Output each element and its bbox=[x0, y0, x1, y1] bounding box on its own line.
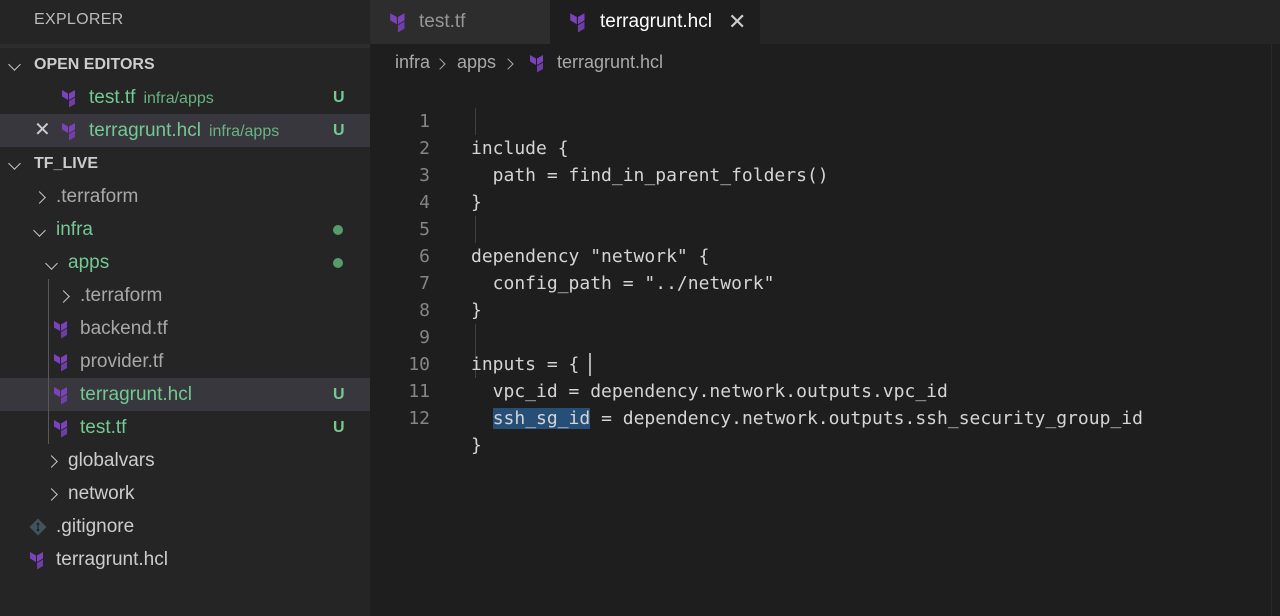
chevron-down-icon bbox=[8, 48, 21, 81]
explorer-title: EXPLORER bbox=[34, 11, 124, 28]
code-line: 1 include { bbox=[370, 81, 1280, 159]
tree-folder-globalvars[interactable]: globalvars bbox=[0, 444, 370, 477]
tree-folder-terraform[interactable]: .terraform bbox=[0, 180, 370, 213]
explorer-sidebar: EXPLORER OPEN EDITORS test.tf infra/apps … bbox=[0, 0, 370, 616]
breadcrumb-item[interactable]: apps bbox=[457, 44, 496, 81]
code-line: 10 vpc_id = dependency.network.outputs.v… bbox=[370, 324, 1280, 402]
terraform-icon bbox=[54, 354, 67, 372]
terraform-icon bbox=[54, 420, 67, 438]
tree-item-label: infra bbox=[56, 219, 93, 240]
tree-file-gitignore[interactable]: .gitignore bbox=[0, 510, 370, 543]
tree-item-label: backend.tf bbox=[80, 318, 168, 339]
terraform-icon bbox=[62, 123, 75, 141]
git-status-badge: U bbox=[333, 419, 345, 436]
tab-label: terragrunt.hcl bbox=[600, 11, 712, 32]
terraform-icon bbox=[54, 387, 67, 405]
line-text: = dependency.network.outputs.ssh_securit… bbox=[590, 408, 1143, 429]
tree-file-terragrunt-root[interactable]: terragrunt.hcl bbox=[0, 543, 370, 576]
terraform-icon bbox=[390, 13, 405, 33]
indent-guide bbox=[48, 411, 49, 444]
code-line: 3 } bbox=[370, 135, 1280, 213]
chevron-right-icon bbox=[54, 279, 72, 312]
tree-file-provider-tf[interactable]: provider.tf bbox=[0, 345, 370, 378]
chevron-right-icon bbox=[502, 44, 514, 81]
breadcrumb: infra apps terragrunt.hcl bbox=[370, 44, 1280, 81]
open-editors-header[interactable]: OPEN EDITORS bbox=[0, 44, 370, 81]
git-modified-dot bbox=[333, 258, 343, 268]
tree-item-label: .terraform bbox=[80, 285, 163, 306]
terraform-icon bbox=[30, 552, 43, 570]
code-line: 12 } bbox=[370, 378, 1280, 456]
open-editor-name: terragrunt.hcl bbox=[89, 120, 201, 141]
code-line: 11 ssh_sg_id = dependency.network.output… bbox=[370, 351, 1280, 429]
tree-item-label: network bbox=[68, 483, 135, 504]
git-status-badge: U bbox=[333, 89, 345, 106]
chevron-down-icon bbox=[8, 147, 21, 180]
open-editor-path: infra/apps bbox=[208, 123, 280, 140]
git-status-badge: U bbox=[333, 386, 345, 403]
indent-guide bbox=[48, 279, 49, 312]
breadcrumb-item[interactable]: terragrunt.hcl bbox=[557, 44, 663, 81]
tree-folder-apps[interactable]: apps bbox=[0, 246, 370, 279]
git-status-badge: U bbox=[333, 122, 345, 139]
chevron-down-icon bbox=[30, 213, 48, 246]
terraform-icon bbox=[530, 55, 543, 73]
terraform-icon bbox=[570, 13, 585, 33]
tree-item-label: .gitignore bbox=[56, 516, 135, 537]
chevron-down-icon bbox=[42, 246, 60, 279]
code-line: 6 config_path = "../network" bbox=[370, 216, 1280, 294]
chevron-right-icon bbox=[42, 477, 60, 510]
chevron-right-icon bbox=[434, 44, 446, 81]
line-text: } bbox=[471, 435, 482, 456]
indent-guide bbox=[48, 345, 49, 378]
tree-item-label: terragrunt.hcl bbox=[56, 549, 168, 570]
tree-folder-network[interactable]: network bbox=[0, 477, 370, 510]
tree-item-label: terragrunt.hcl bbox=[80, 384, 192, 405]
open-editor-test-tf[interactable]: test.tf infra/apps U bbox=[0, 81, 370, 114]
chevron-right-icon bbox=[30, 180, 48, 213]
tab-test-tf[interactable]: test.tf bbox=[370, 0, 550, 44]
tree-item-label: test.tf bbox=[80, 417, 127, 438]
open-editors-label: OPEN EDITORS bbox=[34, 56, 155, 73]
open-editor-name: test.tf bbox=[89, 87, 136, 108]
workspace-label: TF_LIVE bbox=[34, 155, 99, 172]
line-number: 12 bbox=[408, 408, 430, 429]
indent-guide bbox=[48, 378, 49, 411]
workspace-header[interactable]: TF_LIVE bbox=[0, 147, 370, 180]
tab-label: test.tf bbox=[419, 11, 466, 32]
tree-item-label: apps bbox=[68, 252, 110, 273]
tree-file-terragrunt-hcl[interactable]: terragrunt.hcl U bbox=[0, 378, 370, 411]
git-modified-dot bbox=[333, 225, 343, 235]
close-icon[interactable]: ✕ bbox=[34, 114, 51, 147]
tab-bar: test.tf terragrunt.hcl ✕ bbox=[370, 0, 1280, 44]
open-editor-terragrunt-hcl[interactable]: ✕ terragrunt.hcl infra/apps U bbox=[0, 114, 370, 147]
code-line: 4 bbox=[370, 162, 1280, 213]
code-line: 9 inputs = { bbox=[370, 297, 1280, 375]
code-line: 7 } bbox=[370, 243, 1280, 321]
editor-scrollbar[interactable] bbox=[1271, 44, 1280, 616]
indent-guide bbox=[48, 312, 49, 345]
chevron-right-icon bbox=[42, 444, 60, 477]
tree-file-test-tf[interactable]: test.tf U bbox=[0, 411, 370, 444]
text-cursor bbox=[589, 353, 591, 376]
tree-file-backend-tf[interactable]: backend.tf bbox=[0, 312, 370, 345]
breadcrumb-item[interactable]: infra bbox=[395, 44, 430, 81]
tree-folder-infra[interactable]: infra bbox=[0, 213, 370, 246]
open-editor-path: infra/apps bbox=[143, 90, 214, 107]
code-editor[interactable]: 1 include { 2 path = find_in_parent_fold… bbox=[370, 81, 1280, 616]
selected-text: ssh_sg_id bbox=[492, 408, 591, 429]
code-line: 2 path = find_in_parent_folders() bbox=[370, 108, 1280, 186]
terraform-icon bbox=[54, 321, 67, 339]
tree-item-label: .terraform bbox=[56, 186, 139, 207]
terraform-icon bbox=[62, 90, 75, 108]
tree-item-label: globalvars bbox=[68, 450, 155, 471]
vscode-window: EXPLORER OPEN EDITORS test.tf infra/apps … bbox=[0, 0, 1280, 616]
tab-terragrunt-hcl[interactable]: terragrunt.hcl ✕ bbox=[550, 0, 760, 44]
code-line: 5 dependency "network" { bbox=[370, 189, 1280, 267]
tree-item-label: provider.tf bbox=[80, 351, 164, 372]
tree-folder-apps-terraform[interactable]: .terraform bbox=[0, 279, 370, 312]
git-icon bbox=[29, 518, 47, 536]
code-line: 8 bbox=[370, 270, 1280, 321]
close-icon[interactable]: ✕ bbox=[728, 0, 746, 44]
